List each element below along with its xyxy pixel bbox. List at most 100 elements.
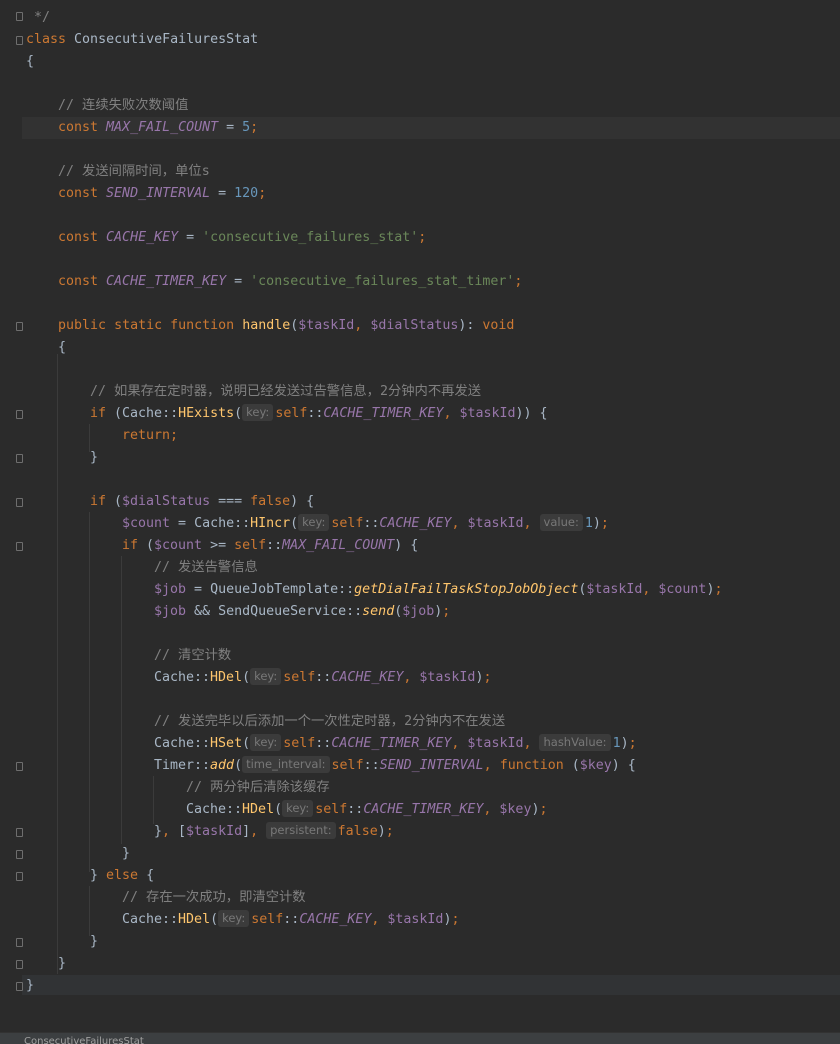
brace: { (58, 340, 67, 355)
code-line[interactable]: { (58, 337, 66, 359)
string-literal: 'consecutive_failures_stat_timer' (250, 274, 515, 289)
code-line[interactable]: // 连续失败次数阈值 (58, 95, 188, 117)
variable: $taskId (186, 824, 243, 839)
keyword: public (58, 318, 107, 333)
fold-marker-icon[interactable] (16, 36, 23, 45)
fold-marker-icon[interactable] (16, 982, 23, 991)
code-line[interactable]: // 发送完毕以后添加一个一次性定时器，2分钟内不在发送 (154, 711, 505, 733)
code-line[interactable]: if ($count >= self::MAX_FAIL_COUNT) { (122, 535, 418, 557)
class-ref: QueueJobTemplate (210, 582, 339, 597)
fold-marker-icon[interactable] (16, 12, 23, 21)
constant-ref: CACHE_TIMER_KEY (323, 406, 444, 421)
self-keyword: self (234, 538, 267, 553)
fold-marker-icon[interactable] (16, 498, 23, 507)
code-line[interactable]: const CACHE_KEY = 'consecutive_failures_… (58, 227, 426, 249)
self-keyword: self (331, 758, 364, 773)
code-line[interactable]: } (90, 931, 98, 953)
code-line[interactable]: Timer::add(time_interval: self::SEND_INTE… (154, 755, 636, 777)
return-type: void (482, 318, 515, 333)
variable: $taskId (467, 736, 524, 751)
code-comment: // 发送告警信息 (154, 560, 258, 575)
code-line[interactable]: // 发送告警信息 (154, 557, 258, 579)
method-call: HDel (178, 912, 211, 927)
fold-marker-icon[interactable] (16, 850, 23, 859)
code-line[interactable]: // 发送间隔时间，单位s (58, 161, 210, 183)
keyword: static (114, 318, 163, 333)
code-line[interactable]: if (Cache::HExists(key: self::CACHE_TIMER… (90, 403, 548, 425)
number-literal: 1 (612, 736, 621, 751)
fold-marker-icon[interactable] (16, 322, 23, 331)
breadcrumb-class[interactable]: ConsecutiveFailuresStat (24, 1036, 144, 1044)
param-hint: hashValue: (539, 734, 611, 751)
brace: } (122, 846, 131, 861)
code-line[interactable]: */ (34, 7, 50, 29)
code-line[interactable]: class ConsecutiveFailuresStat (26, 29, 258, 51)
method-call: HSet (210, 736, 243, 751)
brace: } (90, 450, 99, 465)
variable: $job (402, 604, 435, 619)
code-line[interactable]: const MAX_FAIL_COUNT = 5; (58, 117, 258, 139)
method-call: HExists (178, 406, 235, 421)
fold-marker-icon[interactable] (16, 410, 23, 419)
code-line[interactable]: } (58, 953, 66, 975)
code-comment: // 连续失败次数阈值 (58, 98, 189, 113)
code-comment: // 发送间隔时间，单位s (58, 164, 210, 179)
code-line[interactable]: Cache::HDel(key: self::CACHE_TIMER_KEY, $… (186, 799, 547, 821)
code-line[interactable]: $count = Cache::HIncr(key: self::CACHE_KE… (122, 513, 609, 535)
param-hint: key: (250, 734, 282, 751)
brace: { (26, 54, 35, 69)
variable: $count (658, 582, 707, 597)
code-line[interactable]: } (122, 843, 130, 865)
code-line[interactable]: } else { (90, 865, 154, 887)
code-line[interactable]: public static function handle($taskId, $… (58, 315, 514, 337)
code-line[interactable]: // 存在一次成功，即清空计数 (122, 887, 306, 909)
class-name: ConsecutiveFailuresStat (74, 32, 259, 47)
variable: $taskId (387, 912, 444, 927)
code-line[interactable]: // 如果存在定时器，说明已经发送过告警信息，2分钟内不再发送 (90, 381, 481, 403)
fold-marker-icon[interactable] (16, 960, 23, 969)
method-call: HDel (210, 670, 243, 685)
semicolon: ; (514, 274, 523, 289)
method-call: HIncr (250, 516, 291, 531)
fold-marker-icon[interactable] (16, 938, 23, 947)
param-hint: key: (282, 800, 314, 817)
class-ref: Timer (154, 758, 195, 773)
code-line[interactable]: } (26, 975, 34, 997)
keyword: else (106, 868, 139, 883)
code-line[interactable]: }, [$taskId], persistent: false); (154, 821, 394, 843)
code-line[interactable]: if ($dialStatus === false) { (90, 491, 314, 513)
code-line[interactable]: // 清空计数 (154, 645, 231, 667)
param-hint: key: (250, 668, 282, 685)
self-keyword: self (283, 736, 316, 751)
indent-guide (89, 886, 90, 936)
fold-marker-icon[interactable] (16, 542, 23, 551)
code-line[interactable]: const CACHE_TIMER_KEY = 'consecutive_fai… (58, 271, 522, 293)
brace: } (90, 868, 99, 883)
code-line[interactable]: Cache::HSet(key: self::CACHE_TIMER_KEY, $… (154, 733, 637, 755)
variable: $key (579, 758, 612, 773)
variable: $count (154, 538, 203, 553)
code-line[interactable]: // 两分钟后清除该缓存 (186, 777, 330, 799)
code-line[interactable]: Cache::HDel(key: self::CACHE_KEY, $taskId… (154, 667, 491, 689)
fold-marker-icon[interactable] (16, 828, 23, 837)
code-comment: // 发送完毕以后添加一个一次性定时器，2分钟内不在发送 (154, 714, 506, 729)
constant-ref: SEND_INTERVAL (379, 758, 484, 773)
param-hint: key: (242, 404, 274, 421)
code-line[interactable]: { (26, 51, 34, 73)
fold-marker-icon[interactable] (16, 872, 23, 881)
breadcrumb-bar[interactable]: ConsecutiveFailuresStat (0, 1032, 840, 1044)
code-line[interactable]: $job && SendQueueService::send($job); (154, 601, 450, 623)
code-line[interactable]: const SEND_INTERVAL = 120; (58, 183, 266, 205)
code-editor[interactable]: */ class ConsecutiveFailuresStat { // 连续… (0, 0, 840, 1032)
parameter: $taskId (298, 318, 355, 333)
fold-marker-icon[interactable] (16, 454, 23, 463)
code-line[interactable]: } (90, 447, 98, 469)
code-line[interactable]: return; (122, 425, 178, 447)
brace: { (298, 494, 315, 509)
code-line[interactable]: $job = QueueJobTemplate::getDialFailTask… (154, 579, 722, 601)
method-call: send (362, 604, 395, 619)
fold-marker-icon[interactable] (16, 762, 23, 771)
operator: >= (202, 538, 235, 553)
code-line[interactable]: Cache::HDel(key: self::CACHE_KEY, $taskId… (122, 909, 459, 931)
constant-name: MAX_FAIL_COUNT (106, 120, 219, 135)
